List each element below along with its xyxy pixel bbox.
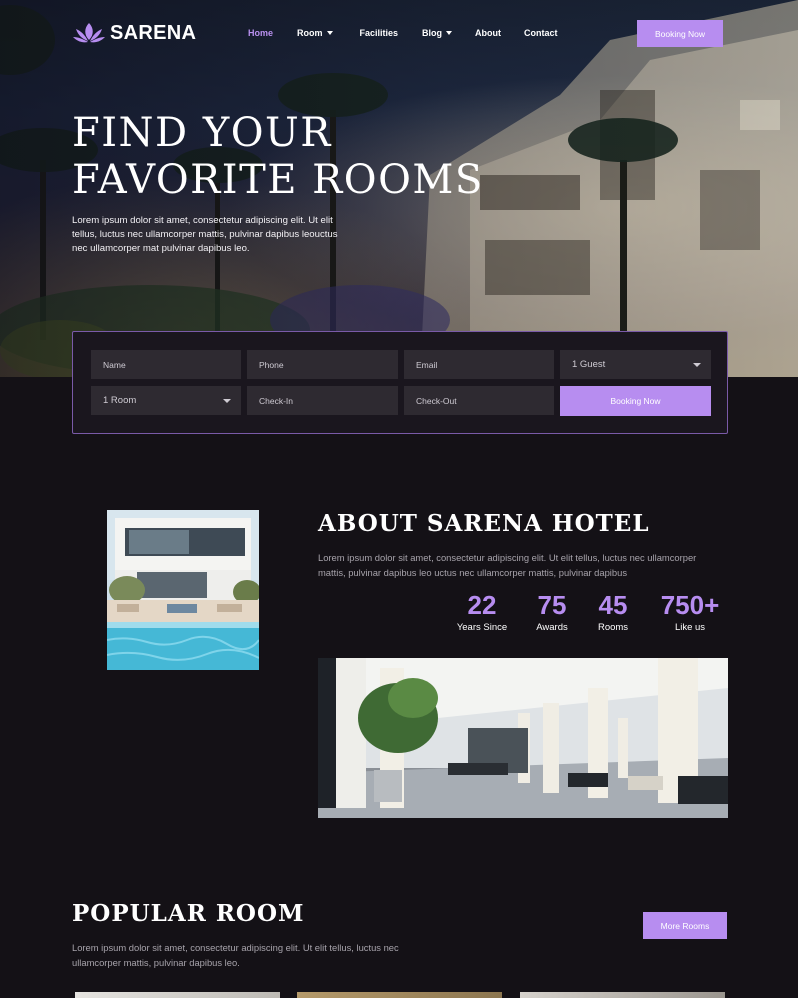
menu-item-contact[interactable]: Contact — [524, 28, 558, 38]
menu-item-facilities[interactable]: Facilities — [360, 28, 399, 38]
menu-item-room[interactable]: Room — [297, 28, 333, 38]
stat-label: Like us — [674, 622, 706, 633]
guest-select-value: 1 Guest — [572, 359, 606, 370]
name-placeholder: Name — [103, 359, 126, 370]
stat-value: 22 — [467, 590, 497, 620]
name-field[interactable]: Name — [91, 350, 241, 379]
menu-item-label: Contact — [524, 28, 558, 38]
phone-placeholder: Phone — [259, 359, 284, 370]
main-menu: Home Room Facilities Blog About Contact — [248, 28, 558, 38]
booking-form: Name Phone Email 1 Guest 1 Room Check-In… — [72, 331, 728, 434]
menu-item-label: Blog — [422, 28, 443, 38]
menu-item-label: Room — [297, 28, 323, 38]
menu-item-blog[interactable]: Blog — [422, 28, 453, 38]
menu-item-about[interactable]: About — [475, 28, 501, 38]
stat-years: 22 Years Since — [452, 590, 512, 633]
chevron-down-icon — [446, 31, 453, 35]
popular-room-title: POPULAR ROOM — [72, 900, 305, 927]
checkin-placeholder: Check-In — [259, 395, 294, 406]
lotus-icon — [73, 23, 105, 43]
stat-label: Awards — [536, 622, 568, 633]
menu-item-label: About — [475, 28, 502, 38]
checkout-field[interactable]: Check-Out — [404, 386, 554, 415]
menu-item-label: Home — [248, 28, 274, 38]
hero-title-line2: FAVORITE ROOMS — [72, 157, 484, 203]
stat-value: 75 — [537, 590, 567, 620]
stat-likes: 750+ Like us — [655, 590, 725, 633]
hero-section: SARENA Home Room Facilities Blog About C… — [0, 0, 798, 377]
about-description: Lorem ipsum dolor sit amet, consectetur … — [318, 552, 697, 578]
booking-submit-button[interactable]: Booking Now — [560, 386, 711, 416]
brand-name: SARENA — [110, 21, 197, 44]
hotel-lobby-image — [318, 658, 728, 818]
stat-awards: 75 Awards — [527, 590, 577, 633]
stat-label: Rooms — [597, 622, 629, 633]
hero-title-line1: FIND YOUR — [72, 110, 332, 156]
stat-label: Years Since — [456, 622, 508, 633]
chevron-down-icon — [326, 31, 333, 35]
brand-logo[interactable]: SARENA — [72, 20, 196, 46]
guest-select[interactable]: 1 Guest — [560, 350, 711, 379]
room-card[interactable] — [75, 992, 280, 998]
stat-value: 750+ — [660, 590, 720, 620]
stat-value: 45 — [598, 590, 628, 620]
more-rooms-button[interactable]: More Rooms — [643, 912, 727, 939]
villa-pool-image — [107, 510, 259, 670]
checkin-field[interactable]: Check-In — [247, 386, 398, 415]
room-select-value: 1 Room — [103, 395, 137, 406]
checkout-placeholder: Check-Out — [416, 395, 457, 406]
hero-description: Lorem ipsum dolor sit amet, consectetur … — [72, 215, 338, 255]
stat-rooms: 45 Rooms — [588, 590, 638, 633]
about-title: ABOUT SARENA HOTEL — [318, 510, 650, 537]
phone-field[interactable]: Phone — [247, 350, 398, 379]
navbar: SARENA Home Room Facilities Blog About C… — [0, 0, 798, 68]
nav-booking-button[interactable]: Booking Now — [637, 20, 723, 47]
room-select[interactable]: 1 Room — [91, 386, 241, 415]
popular-room-description: Lorem ipsum dolor sit amet, consectetur … — [72, 942, 399, 968]
hero-title: FIND YOUR FAVORITE ROOMS — [72, 110, 484, 204]
email-field[interactable]: Email — [404, 350, 554, 379]
room-card[interactable] — [297, 992, 502, 998]
menu-item-home[interactable]: Home — [248, 28, 273, 38]
menu-item-label: Facilities — [359, 28, 399, 38]
room-card[interactable] — [520, 992, 725, 998]
email-placeholder: Email — [416, 359, 438, 370]
